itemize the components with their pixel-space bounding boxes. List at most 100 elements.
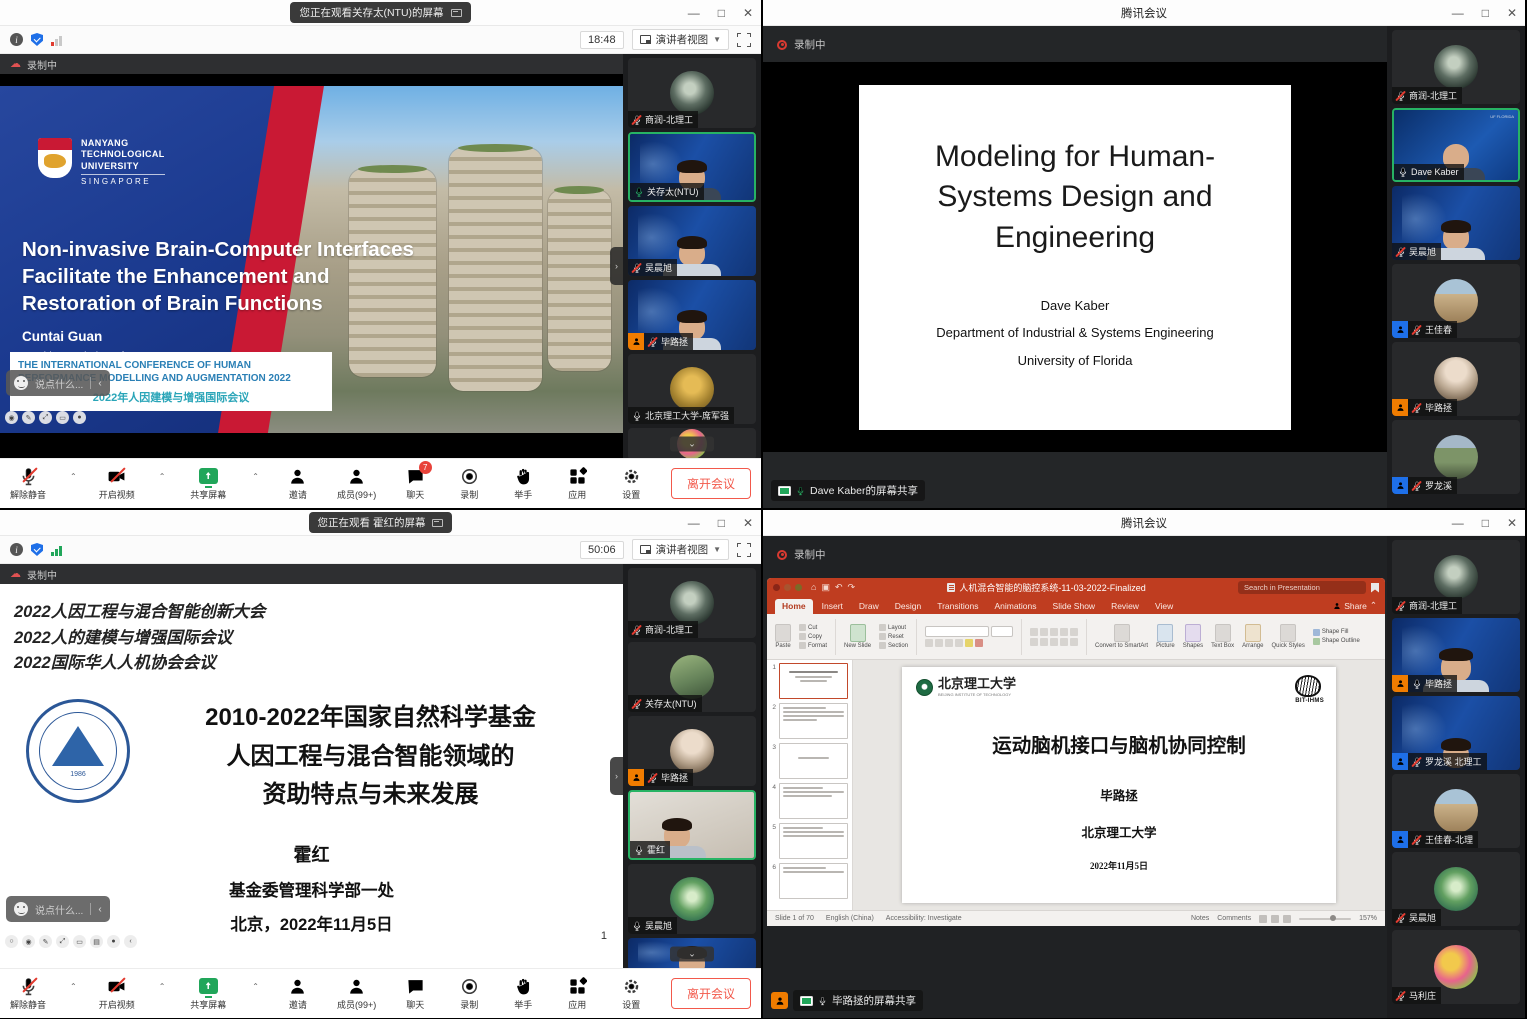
popout-icon[interactable] — [451, 9, 462, 17]
participant-tile[interactable]: 马利庄 — [1392, 930, 1520, 1004]
participant-tile[interactable]: 北京理工大学-席军强 — [628, 354, 756, 424]
more-tools-icon[interactable]: ‹ — [124, 935, 137, 948]
pen-tool-icon[interactable]: ✎ — [39, 935, 52, 948]
pen-tool-icon[interactable]: ✎ — [22, 411, 35, 424]
laser-tool-icon[interactable]: ◉ — [22, 935, 35, 948]
tab-home[interactable]: Home — [775, 599, 813, 614]
picture-button[interactable]: Picture — [1156, 624, 1175, 649]
maximize-button[interactable]: □ — [1482, 7, 1489, 19]
members-button[interactable]: 成员(99+) — [337, 976, 376, 1011]
participant-tile[interactable]: 关存太(NTU) — [628, 642, 756, 712]
cut-button[interactable]: Cut — [799, 624, 827, 631]
participant-tile[interactable]: 商润-北理工 — [1392, 540, 1520, 614]
participant-tile[interactable]: 吴晨旭 — [628, 864, 756, 934]
apps-button[interactable]: 应用 — [562, 976, 592, 1011]
participant-tile-partial[interactable]: ⌄ — [628, 938, 756, 968]
fullscreen-icon[interactable] — [737, 33, 751, 47]
tab-slideshow[interactable]: Slide Show — [1046, 599, 1103, 614]
maximize-button[interactable]: □ — [718, 7, 725, 19]
textbox-button[interactable]: Text Box — [1211, 624, 1234, 649]
chat-button[interactable]: 7聊天 — [400, 466, 430, 501]
minimize-button[interactable]: — — [1452, 517, 1464, 529]
security-shield-icon[interactable] — [31, 33, 43, 46]
start-video-button[interactable]: 开启视频 — [99, 466, 135, 501]
comments-button[interactable]: Comments — [1217, 915, 1251, 922]
redo-icon[interactable]: ↷ — [848, 583, 856, 592]
participant-tile[interactable]: 王佳春 — [1392, 264, 1520, 338]
participant-tile[interactable]: 毕路拯 — [1392, 342, 1520, 416]
minimize-button[interactable]: — — [688, 517, 700, 529]
tab-design[interactable]: Design — [888, 599, 928, 614]
tab-animations[interactable]: Animations — [987, 599, 1043, 614]
close-button[interactable]: ✕ — [1507, 517, 1517, 529]
settings-button[interactable]: 设置 — [616, 976, 646, 1011]
close-button[interactable]: ✕ — [1507, 7, 1517, 19]
slide-thumbnail[interactable]: 3 — [769, 743, 848, 779]
invite-button[interactable]: 邀请 — [283, 976, 313, 1011]
share-screen-button[interactable]: 共享屏幕 — [190, 976, 226, 1011]
layout-button[interactable]: Layout — [879, 624, 908, 631]
ppt-search-input[interactable] — [1238, 581, 1366, 594]
home-icon[interactable]: ⌂ — [811, 583, 816, 592]
arrange-button[interactable]: Arrange — [1242, 624, 1263, 649]
paragraph-buttons[interactable] — [1030, 628, 1078, 636]
security-shield-icon[interactable] — [31, 543, 43, 556]
slide-thumbnail[interactable]: 6 — [769, 863, 848, 899]
participant-tile[interactable]: 罗龙溪 北理工 — [1392, 696, 1520, 770]
raise-hand-button[interactable]: 举手 — [508, 466, 538, 501]
popout-icon[interactable] — [432, 519, 443, 527]
font-name-select[interactable] — [925, 626, 989, 637]
section-button[interactable]: Section — [879, 642, 908, 649]
eraser-tool-icon[interactable]: ▤ — [90, 935, 103, 948]
unmute-button[interactable]: 解除静音 — [10, 466, 46, 501]
leave-meeting-button[interactable]: 离开会议 — [671, 978, 751, 1009]
slide-thumbnail[interactable]: 1 — [769, 663, 848, 699]
participant-tile[interactable]: 罗龙溪 — [1392, 420, 1520, 494]
participant-tile[interactable]: 商润-北理工 — [1392, 30, 1520, 104]
new-slide-button[interactable]: New Slide — [844, 624, 871, 649]
select-tool-icon[interactable]: ⤢ — [39, 411, 52, 424]
invite-button[interactable]: 邀请 — [283, 466, 313, 501]
view-switcher-icons[interactable] — [1259, 915, 1291, 923]
tab-draw[interactable]: Draw — [852, 599, 886, 614]
record-button[interactable]: 录制 — [454, 976, 484, 1011]
reset-button[interactable]: Reset — [879, 633, 908, 640]
zoom-level[interactable]: 157% — [1359, 915, 1377, 922]
font-size-select[interactable] — [991, 626, 1013, 637]
align-buttons[interactable] — [1030, 638, 1078, 646]
eraser-tool-icon[interactable]: ▭ — [56, 411, 69, 424]
tab-insert[interactable]: Insert — [815, 599, 850, 614]
settings-button[interactable]: 设置 — [616, 466, 646, 501]
info-icon[interactable]: i — [10, 543, 23, 556]
members-button[interactable]: 成员(99+) — [337, 466, 376, 501]
notes-button[interactable]: Notes — [1191, 915, 1209, 922]
slide-thumbnail[interactable]: 5 — [769, 823, 848, 859]
participant-tile[interactable]: 商润-北理工 — [628, 58, 756, 128]
tab-view[interactable]: View — [1148, 599, 1180, 614]
emoji-icon[interactable] — [14, 902, 28, 916]
scroll-down-chevron[interactable]: ⌄ — [670, 947, 714, 962]
paste-button[interactable]: Paste — [775, 624, 791, 649]
apps-button[interactable]: 应用 — [562, 466, 592, 501]
quick-chat-input[interactable]: 说点什么... ‹ — [6, 896, 110, 922]
participant-tile[interactable]: 吴晨旭 — [1392, 852, 1520, 926]
tab-review[interactable]: Review — [1104, 599, 1146, 614]
fullscreen-icon[interactable] — [737, 543, 751, 557]
shape-fill-button[interactable]: Shape Fill — [1313, 629, 1360, 636]
more-tools-icon[interactable]: ● — [73, 411, 86, 424]
quick-chat-input[interactable]: 说点什么... ‹ — [6, 370, 110, 396]
save-icon[interactable]: ▣ — [821, 583, 830, 592]
view-mode-button[interactable]: 演讲者视图▼ — [632, 539, 729, 560]
mac-traffic-lights[interactable] — [773, 584, 802, 591]
slide-thumbnail[interactable]: 4 — [769, 783, 848, 819]
start-video-button[interactable]: 开启视频 — [99, 976, 135, 1011]
participant-tile[interactable]: 关存太(NTU) — [628, 132, 756, 202]
close-button[interactable]: ✕ — [743, 517, 753, 529]
leave-meeting-button[interactable]: 离开会议 — [671, 468, 751, 499]
participant-tile[interactable]: 商润-北理工 — [628, 568, 756, 638]
shapes-button[interactable]: Shapes — [1183, 624, 1203, 649]
unmute-button[interactable]: 解除静音 — [10, 976, 46, 1011]
scroll-down-chevron[interactable]: ⌄ — [670, 437, 714, 452]
language-status[interactable]: English (China) — [826, 915, 874, 922]
participant-tile-partial[interactable]: ⌄ — [628, 428, 756, 458]
